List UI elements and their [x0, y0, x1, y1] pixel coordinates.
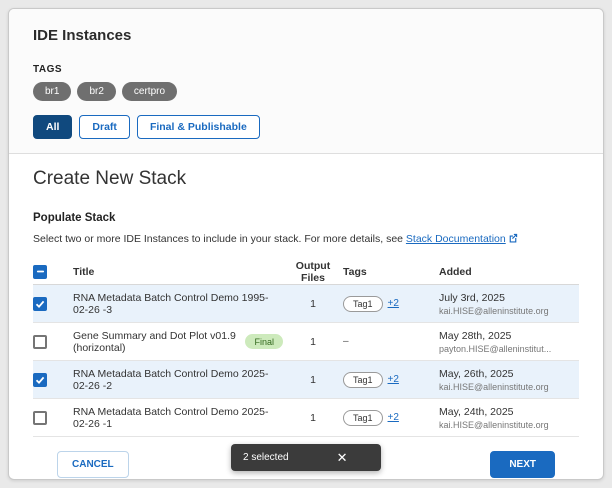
external-link-icon [508, 233, 518, 243]
row-tag-chip[interactable]: Tag1 [343, 372, 383, 388]
filter-final-publishable-button[interactable]: Final & Publishable [137, 115, 260, 139]
check-icon [35, 375, 45, 385]
stack-documentation-link[interactable]: Stack Documentation [406, 233, 506, 245]
row-added-date: May 28th, 2025 [439, 330, 579, 342]
tag-chip-br1[interactable]: br1 [33, 82, 71, 101]
table-row[interactable]: RNA Metadata Batch Control Demo 2025-02-… [33, 399, 579, 437]
row-title: Gene Summary and Dot Plot v01.9 (horizon… [73, 330, 239, 354]
page-title: IDE Instances [33, 27, 579, 44]
table-row[interactable]: RNA Metadata Batch Control Demo 2025-02-… [33, 361, 579, 399]
table-header-row: Title Output Files Tags Added [33, 259, 579, 285]
filter-button-group: All Draft Final & Publishable [33, 115, 579, 139]
more-tags-link[interactable]: +2 [388, 412, 399, 423]
more-tags-link[interactable]: +2 [388, 374, 399, 385]
main-section: Create New Stack Populate Stack Select t… [9, 154, 603, 478]
tag-chip-certpro[interactable]: certpro [122, 82, 177, 101]
tag-chip-br2[interactable]: br2 [77, 82, 115, 101]
selection-snackbar: 2 selected ✕ [231, 444, 381, 471]
row-added-by: kai.HISE@alleninstitute.org [439, 382, 579, 392]
more-tags-link[interactable]: +2 [388, 298, 399, 309]
row-tag-chip[interactable]: Tag1 [343, 410, 383, 426]
indeterminate-icon [36, 267, 45, 276]
tag-chip-list: br1 br2 certpro [33, 82, 579, 101]
row-output-files: 1 [283, 412, 343, 424]
row-checkbox-checked[interactable] [33, 297, 47, 311]
header-section: IDE Instances TAGS br1 br2 certpro All D… [9, 9, 603, 154]
selection-count-text: 2 selected [243, 452, 289, 463]
row-checkbox-unchecked[interactable] [33, 335, 47, 349]
row-no-tags: – [343, 336, 349, 347]
column-header-tags[interactable]: Tags [343, 266, 439, 278]
check-icon [35, 299, 45, 309]
row-output-files: 1 [283, 298, 343, 310]
table-row[interactable]: Gene Summary and Dot Plot v01.9 (horizon… [33, 323, 579, 361]
filter-all-button[interactable]: All [33, 115, 72, 139]
row-output-files: 1 [283, 374, 343, 386]
populate-stack-label: Populate Stack [33, 212, 579, 224]
column-header-title[interactable]: Title [73, 266, 283, 278]
row-added-by: kai.HISE@alleninstitute.org [439, 306, 579, 316]
description-text: Select two or more IDE Instances to incl… [33, 233, 406, 245]
close-icon[interactable]: ✕ [337, 451, 348, 464]
tags-label: TAGS [33, 64, 579, 75]
filter-draft-button[interactable]: Draft [79, 115, 130, 139]
row-output-files: 1 [283, 336, 343, 348]
cancel-button[interactable]: CANCEL [57, 451, 129, 478]
row-checkbox-unchecked[interactable] [33, 411, 47, 425]
column-header-output-files[interactable]: Output Files [283, 260, 343, 284]
row-title: RNA Metadata Batch Control Demo 2025-02-… [73, 406, 283, 430]
row-added-date: May, 24th, 2025 [439, 406, 579, 418]
row-checkbox-checked[interactable] [33, 373, 47, 387]
table-row[interactable]: RNA Metadata Batch Control Demo 1995-02-… [33, 285, 579, 323]
row-added-by: payton.HISE@alleninstitut... [439, 344, 579, 354]
row-tag-chip[interactable]: Tag1 [343, 296, 383, 312]
final-status-badge: Final [245, 334, 283, 349]
row-added-date: May, 26th, 2025 [439, 368, 579, 380]
next-button[interactable]: NEXT [490, 451, 555, 478]
ide-instances-panel: IDE Instances TAGS br1 br2 certpro All D… [8, 8, 604, 480]
populate-stack-description: Select two or more IDE Instances to incl… [33, 233, 579, 245]
row-title: RNA Metadata Batch Control Demo 1995-02-… [73, 292, 283, 316]
column-header-added[interactable]: Added [439, 266, 579, 278]
select-all-checkbox[interactable] [33, 265, 47, 279]
row-added-by: kai.HISE@alleninstitute.org [439, 420, 579, 430]
row-added-date: July 3rd, 2025 [439, 292, 579, 304]
instances-table: Title Output Files Tags Added RNA Metada… [33, 259, 579, 437]
row-title: RNA Metadata Batch Control Demo 2025-02-… [73, 368, 283, 392]
create-stack-title: Create New Stack [33, 168, 579, 190]
